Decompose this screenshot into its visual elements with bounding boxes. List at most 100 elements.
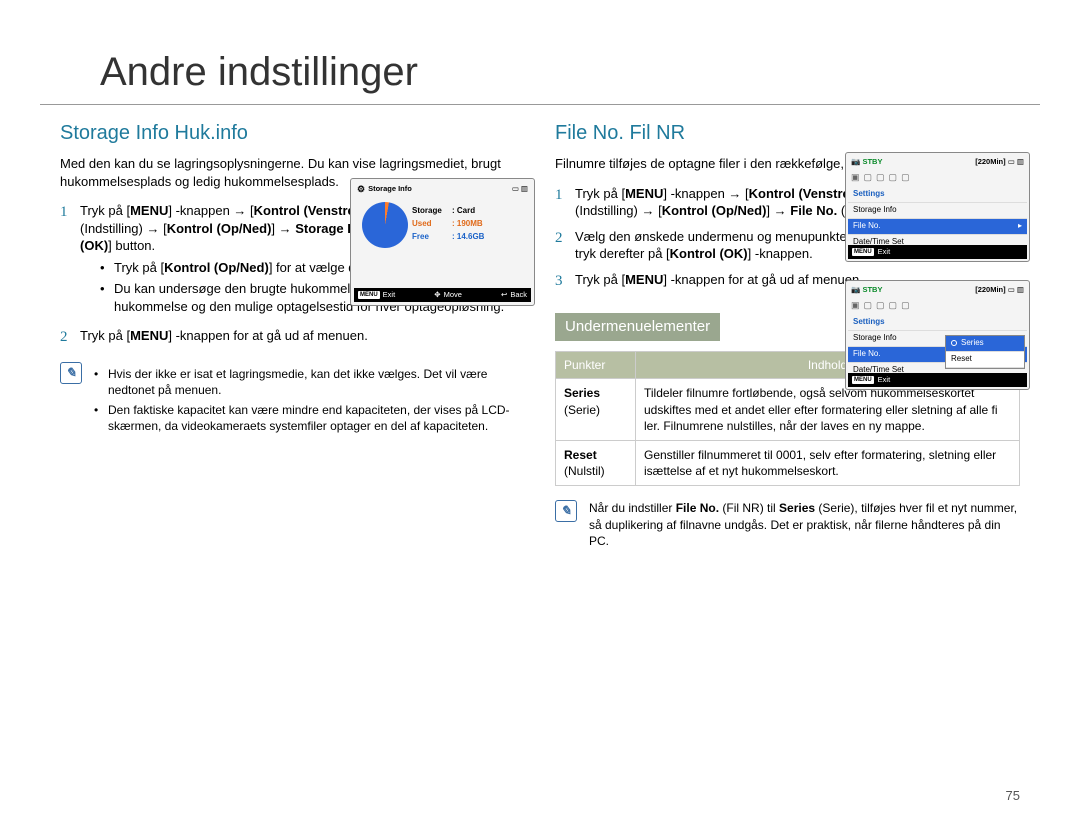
t: Move (444, 290, 462, 300)
t: ] -knappen for at gå ud af menuen. (168, 328, 367, 343)
t: Series (779, 501, 815, 515)
t: MENU (130, 203, 168, 218)
t: Kontrol (Op/Ned) (662, 203, 767, 218)
card-icon: ▭ (1008, 157, 1015, 166)
left-step-2: 2 Tryk på [MENU] -knappen for at gå ud a… (60, 327, 525, 347)
av-icon: ▢ (864, 171, 873, 183)
t: Den faktiske kapacitet kan være mindre e… (108, 402, 525, 434)
page-number: 75 (1006, 787, 1020, 805)
t: Series (564, 386, 600, 400)
t: Kontrol (OK) (670, 246, 748, 261)
bullet: Hvis der ikke er isat et lagringsmedie, … (94, 366, 525, 398)
t: (Fil NR) til (719, 501, 779, 515)
radio-icon (951, 340, 957, 346)
left-note: ✎ Hvis der ikke er isat et lagringsmedie… (60, 362, 525, 439)
t: MENU (625, 272, 663, 287)
step-num: 3 (555, 271, 575, 291)
t: Tryk på [ (114, 260, 164, 275)
t: MENU (625, 186, 663, 201)
note-icon: ✎ (60, 362, 82, 384)
t: ] -knappen → [ (168, 203, 253, 218)
video-icon: ▣ (851, 299, 860, 311)
t: Vælg den ønskede undermenu og menupunkte… (575, 229, 886, 244)
t: ] → (766, 203, 790, 218)
menu-settings: Settings (848, 187, 1027, 203)
av-icon: ▢ (864, 299, 873, 311)
tv-icon: ▢ (876, 171, 885, 183)
t: Hvis der ikke er isat et lagringsmedie, … (108, 366, 525, 398)
pie-chart-icon (362, 202, 408, 248)
popup: Series Reset (945, 335, 1025, 369)
t: Exit (383, 290, 396, 300)
arrow-icon: ▸ (1018, 221, 1022, 232)
video-icon: ▣ (851, 171, 860, 183)
right-note: ✎ Når du indstiller File No. (Fil NR) ti… (555, 500, 1020, 549)
device-fileno-popup: 📷 STBY [220Min] ▭ ▥ ▣▢▢▢▢ Settings Stora… (845, 280, 1030, 390)
k: Storage (412, 206, 446, 217)
v: : Card (452, 206, 475, 217)
device-storage-info: ⚙Storage Info ▭▥ Storage: Card Used: 190… (350, 178, 535, 306)
fileno-heading: File No. Fil NR (555, 120, 1020, 147)
t: Tryk på [ (575, 272, 625, 287)
t: ] button. (108, 238, 155, 253)
camera-icon: 📷 (851, 157, 860, 166)
t: (Nulstil) (564, 464, 605, 478)
t: Kontrol (Op/Ned) (164, 260, 269, 275)
t: Kontrol (Op/Ned) (167, 221, 272, 236)
popup-item: Reset (946, 352, 1024, 368)
mode-icon: ▢ (901, 171, 910, 183)
menu-item: Storage Info (848, 203, 1027, 219)
stby: STBY (862, 157, 882, 166)
right-column: File No. Fil NR Filnumre tilføjes de opt… (555, 120, 1020, 549)
t: [220Min] (975, 157, 1005, 166)
k: Used (412, 219, 446, 230)
bullet: Den faktiske kapacitet kan være mindre e… (94, 402, 525, 434)
popup-item: Series (961, 338, 984, 349)
t: ] -knappen for at gå ud af menuen. (663, 272, 862, 287)
mode-icon: ▢ (901, 299, 910, 311)
table-row: Reset (Nulstil) Genstiller filnummeret ti… (556, 440, 1020, 485)
v: : 190MB (452, 219, 483, 230)
t: Exit (878, 247, 891, 257)
wb-icon: ▢ (889, 171, 898, 183)
submenu-heading: Undermenuelementer (555, 313, 720, 341)
menu-item: File No. (853, 221, 881, 232)
menu-tag: MENU (852, 248, 874, 256)
t: File No. (676, 501, 719, 515)
storage-heading: Storage Info Huk.info (60, 120, 525, 147)
dev-title: Storage Info (368, 184, 412, 194)
back-icon: ↩ (501, 290, 507, 300)
menu-item: File No. (853, 349, 881, 360)
menu-settings: Settings (848, 315, 1027, 331)
t: Genstiller filnummeret til 0001, selv ef… (636, 440, 1020, 485)
gear-icon: ⚙ (357, 183, 365, 195)
step-num: 1 (555, 185, 575, 220)
t: File No. (790, 203, 837, 218)
battery-icon: ▥ (1017, 157, 1024, 166)
t: [220Min] (975, 285, 1005, 294)
card-icon: ▭ (512, 184, 519, 194)
t: ] -knappen → [ (663, 186, 748, 201)
t: ] → (271, 221, 295, 236)
t: Exit (878, 375, 891, 385)
step-num: 1 (60, 202, 80, 319)
device-fileno-menu: 📷 STBY [220Min] ▭ ▥ ▣▢▢▢▢ Settings Stora… (845, 152, 1030, 262)
th: Punkter (556, 352, 636, 379)
note-icon: ✎ (555, 500, 577, 522)
t: (Serie) (564, 403, 600, 417)
menu-tag: MENU (358, 291, 380, 299)
stby: STBY (862, 285, 882, 294)
t: Back (510, 290, 527, 300)
t: Reset (564, 448, 597, 462)
camera-icon: 📷 (851, 285, 860, 294)
battery-icon: ▥ (1017, 285, 1024, 294)
t: Når du indstiller (589, 501, 676, 515)
t: Tryk på [ (80, 203, 130, 218)
t: (Indstilling) → [ (575, 203, 662, 218)
card-icon: ▭ (1008, 285, 1015, 294)
t: Tryk på [ (575, 186, 625, 201)
t: MENU (130, 328, 168, 343)
move-icon: ✥ (434, 290, 440, 300)
t: ] -knappen. (748, 246, 813, 261)
t: Tryk på [ (80, 328, 130, 343)
